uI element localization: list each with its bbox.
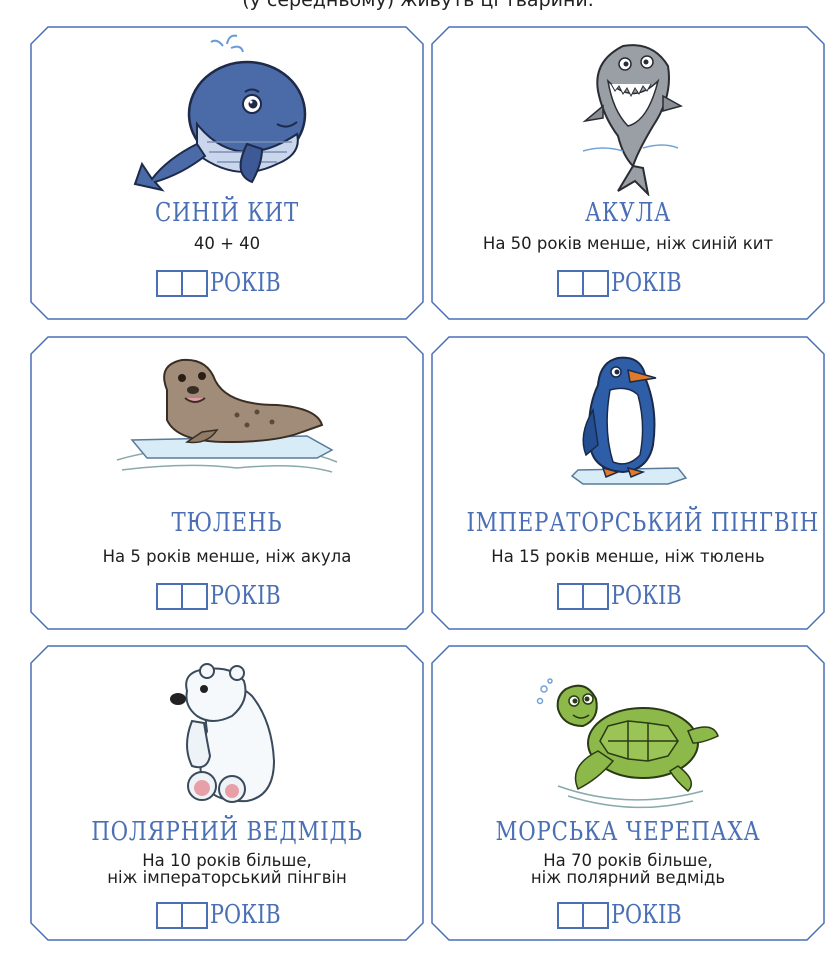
answer-digit-box-1[interactable] bbox=[155, 582, 183, 610]
answer-digit-box-2[interactable] bbox=[180, 582, 208, 610]
card-seal: ТЮЛЕНЬ На 5 років менше, ніж акула РОКІВ bbox=[30, 336, 424, 630]
card-blue-whale: СИНІЙ КИТ 40 + 40 РОКІВ bbox=[30, 26, 424, 320]
answer-digit-box-1[interactable] bbox=[155, 901, 183, 929]
card-description: 40 + 40 bbox=[193, 234, 261, 253]
polar-bear-icon bbox=[170, 663, 276, 803]
answer-digit-box-2[interactable] bbox=[180, 269, 208, 297]
card-title: ІМПЕРАТОРСЬКИЙ ПІНГВІН bbox=[466, 508, 819, 538]
answer-digit-box-1[interactable] bbox=[556, 269, 584, 297]
card-polar-bear: ПОЛЯРНИЙ ВЕДМІДЬ На 10 років більше, ніж… bbox=[30, 645, 424, 941]
years-label: РОКІВ bbox=[610, 268, 682, 298]
answer-field: РОКІВ bbox=[30, 900, 424, 930]
card-shark: АКУЛА На 50 років менше, ніж синій кит Р… bbox=[431, 26, 825, 320]
years-label: РОКІВ bbox=[209, 581, 281, 611]
answer-digit-box-1[interactable] bbox=[556, 582, 584, 610]
seal-icon bbox=[116, 358, 338, 473]
card-sea-turtle: МОРСЬКА ЧЕРЕПАХА На 70 років більше, ніж… bbox=[431, 645, 825, 941]
years-label: РОКІВ bbox=[209, 900, 281, 930]
card-title: АКУЛА bbox=[584, 198, 672, 228]
years-label: РОКІВ bbox=[610, 581, 682, 611]
years-label: РОКІВ bbox=[610, 900, 682, 930]
shark-icon bbox=[582, 44, 683, 196]
answer-field: РОКІВ bbox=[30, 581, 424, 611]
answer-field: РОКІВ bbox=[431, 268, 825, 298]
card-description-line-2: ніж полярний ведмідь bbox=[530, 868, 726, 887]
answer-field: РОКІВ bbox=[431, 900, 825, 930]
card-description-line-2: ніж імператорський пінгвін bbox=[107, 868, 347, 887]
answer-digit-box-2[interactable] bbox=[581, 901, 609, 929]
whale-icon bbox=[133, 34, 307, 192]
card-title: ТЮЛЕНЬ bbox=[171, 508, 283, 538]
answer-digit-box-2[interactable] bbox=[180, 901, 208, 929]
card-description: На 5 років менше, ніж акула bbox=[102, 547, 352, 566]
answer-digit-box-1[interactable] bbox=[556, 901, 584, 929]
answer-field: РОКІВ bbox=[431, 581, 825, 611]
penguin-icon bbox=[570, 356, 688, 485]
instruction-text: (у середньому) живуть ці тварини. bbox=[242, 0, 594, 11]
years-label: РОКІВ bbox=[209, 268, 281, 298]
card-title: СИНІЙ КИТ bbox=[155, 198, 299, 228]
card-title: МОРСЬКА ЧЕРЕПАХА bbox=[495, 817, 761, 847]
sea-turtle-icon bbox=[536, 678, 719, 809]
answer-digit-box-2[interactable] bbox=[581, 582, 609, 610]
answer-digit-box-1[interactable] bbox=[155, 269, 183, 297]
card-description: На 50 років менше, ніж синій кит bbox=[482, 234, 774, 253]
answer-field: РОКІВ bbox=[30, 268, 424, 298]
card-description: На 15 років менше, ніж тюлень bbox=[491, 547, 765, 566]
answer-digit-box-2[interactable] bbox=[581, 269, 609, 297]
card-emperor-penguin: ІМПЕРАТОРСЬКИЙ ПІНГВІН На 15 років менше… bbox=[431, 336, 825, 630]
card-title: ПОЛЯРНИЙ ВЕДМІДЬ bbox=[91, 817, 363, 847]
